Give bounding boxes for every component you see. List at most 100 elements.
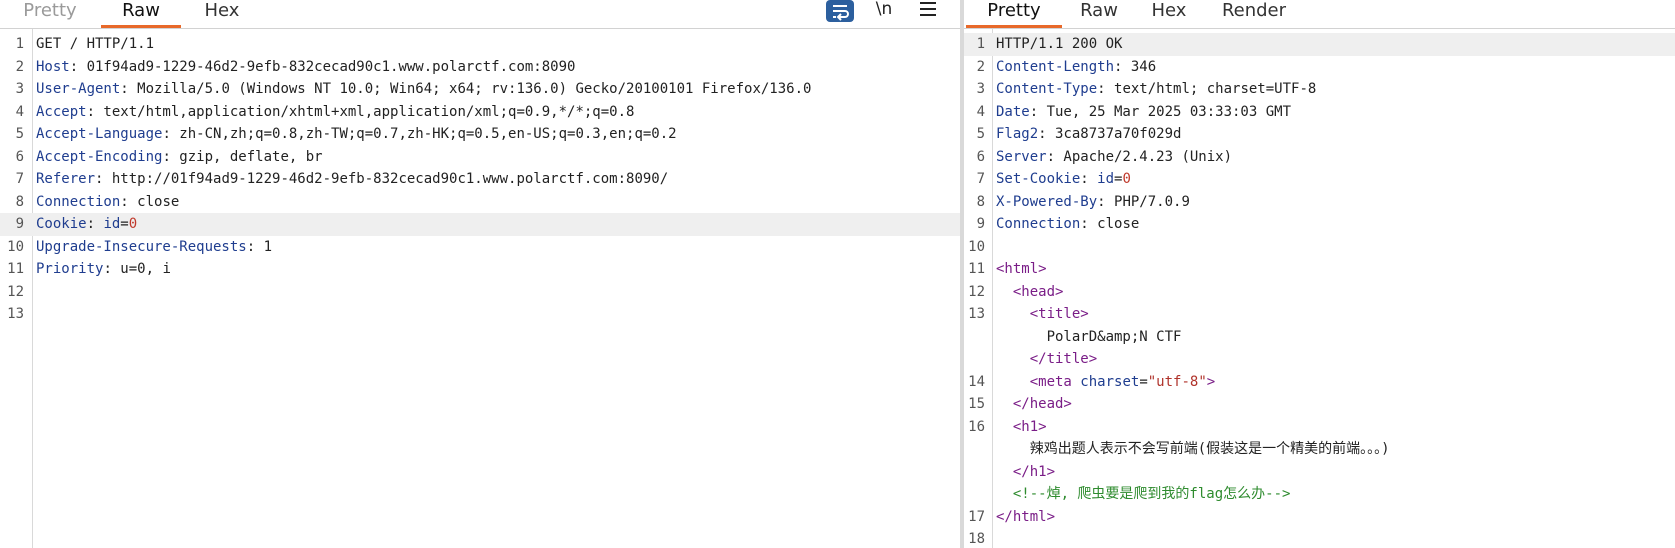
- line-number: 11: [968, 261, 985, 277]
- code-token: : text/html,application/xhtml+xml,applic…: [86, 103, 635, 120]
- newline-toggle-button[interactable]: \n: [872, 0, 896, 22]
- response-tab-hex[interactable]: Hex: [1139, 0, 1199, 28]
- line-content: Accept: text/html,application/xhtml+xml,…: [36, 101, 634, 124]
- line-content: Accept-Encoding: gzip, deflate, br: [36, 146, 323, 169]
- line-number: 14: [968, 373, 985, 390]
- code-line[interactable]: 5 Accept-Language: zh-CN,zh;q=0.8,zh-TW;q…: [0, 123, 960, 146]
- line-number: 18: [968, 531, 985, 547]
- header-name: Connection: [996, 216, 1081, 232]
- code-line[interactable]: 6 Accept-Encoding: gzip, deflate, br: [0, 146, 960, 169]
- code-token: : u=0, i: [103, 261, 171, 277]
- line-number: 13: [7, 306, 24, 322]
- code-line[interactable]: </h1>: [964, 461, 1675, 484]
- line-number: 7: [15, 171, 24, 187]
- line-content: Priority: u=0, i: [36, 258, 171, 281]
- code-line[interactable]: 13 <title>: [964, 303, 1675, 326]
- code-line[interactable]: 8 X-Powered-By: PHP/7.0.9: [964, 191, 1675, 214]
- line-number: 2: [976, 58, 985, 75]
- code-line[interactable]: 7 Referer: http://01f94ad9-1229-46d2-9efb…: [0, 168, 960, 191]
- code-line[interactable]: 9 Connection: close: [964, 213, 1675, 236]
- line-number: 5: [976, 126, 985, 142]
- response-editor[interactable]: 1 HTTP/1.1 200 OK 2 Content-Length: 346 3 Con…: [964, 29, 1675, 548]
- code-line[interactable]: 4 Date: Tue, 25 Mar 2025 03:33:03 GMT: [964, 101, 1675, 124]
- code-line[interactable]: 14 <meta charset="utf-8">: [964, 371, 1675, 394]
- code-line[interactable]: 16 <h1>: [964, 416, 1675, 439]
- code-token: PolarD&amp;N CTF: [996, 328, 1182, 345]
- header-name: Server: [996, 148, 1047, 165]
- code-line[interactable]: 5 Flag2: 3ca8737a70f029d: [964, 123, 1675, 146]
- line-number: 13: [968, 306, 985, 322]
- request-lines: 1 GET / HTTP/1.1 2 Host: 01f94ad9-1229-46d2…: [0, 33, 960, 326]
- line-number: [964, 348, 985, 371]
- code-token: charset: [1080, 373, 1140, 390]
- code-line[interactable]: 11 Priority: u=0, i: [0, 258, 960, 281]
- line-number: 16: [968, 418, 985, 435]
- code-token: : Apache/2.4.23 (Unix): [1046, 148, 1233, 165]
- code-line[interactable]: 11 <html>: [964, 258, 1675, 281]
- code-line[interactable]: 15 </head>: [964, 393, 1675, 416]
- code-line[interactable]: 13: [0, 303, 960, 326]
- line-number: 1: [15, 36, 24, 52]
- line-content: <head>: [996, 281, 1064, 304]
- code-line[interactable]: 7 Set-Cookie: id=0: [964, 168, 1675, 191]
- response-tab-pretty[interactable]: Pretty: [966, 0, 1062, 28]
- line-content: GET / HTTP/1.1: [36, 33, 154, 56]
- line-number: 4: [976, 103, 985, 120]
- line-content: User-Agent: Mozilla/5.0 (Windows NT 10.0…: [36, 78, 811, 101]
- code-line[interactable]: 10: [964, 236, 1675, 259]
- code-line[interactable]: 12 <head>: [964, 281, 1675, 304]
- response-tab-bar: Pretty Raw Hex Render: [964, 0, 1675, 29]
- code-line[interactable]: <!--焯, 爬虫要是爬到我的flag怎么办-->: [964, 483, 1675, 506]
- code-line[interactable]: 3 Content-Type: text/html; charset=UTF-8: [964, 78, 1675, 101]
- code-token: "utf-8": [1147, 373, 1207, 390]
- code-line[interactable]: 辣鸡出题人表示不会写前端(假装这是一个精美的前端。。。): [964, 438, 1675, 461]
- line-content: </h1>: [996, 461, 1055, 484]
- request-tab-raw[interactable]: Raw: [101, 0, 181, 28]
- code-line[interactable]: PolarD&amp;N CTF: [964, 326, 1675, 349]
- code-line[interactable]: 17 </html>: [964, 506, 1675, 529]
- response-tab-raw[interactable]: Raw: [1064, 0, 1134, 28]
- code-line[interactable]: 2 Content-Length: 346: [964, 56, 1675, 79]
- header-name: X-Powered-By: [996, 193, 1098, 210]
- code-token: 辣鸡出题人表示不会写前端(假装这是一个精美的前端。。。): [996, 441, 1390, 457]
- code-line[interactable]: 1 HTTP/1.1 200 OK: [964, 33, 1675, 56]
- code-line[interactable]: 9 Cookie: id=0: [0, 213, 960, 236]
- line-number: 9: [15, 216, 24, 232]
- line-number: 3: [15, 81, 24, 97]
- html-tag: </html>: [996, 508, 1056, 525]
- code-line[interactable]: 10 Upgrade-Insecure-Requests: 1: [0, 236, 960, 259]
- code-line[interactable]: 12: [0, 281, 960, 304]
- code-token: : zh-CN,zh;q=0.8,zh-TW;q=0.7,zh-HK;q=0.5…: [162, 126, 677, 142]
- response-tab-render[interactable]: Render: [1204, 0, 1304, 28]
- hamburger-menu-icon[interactable]: [918, 0, 938, 22]
- code-line[interactable]: 1 GET / HTTP/1.1: [0, 33, 960, 56]
- line-content: Cookie: id=0: [36, 213, 137, 236]
- header-name: Referer: [36, 171, 96, 187]
- code-line[interactable]: 3 User-Agent: Mozilla/5.0 (Windows NT 10.…: [0, 78, 960, 101]
- line-content: <!--焯, 爬虫要是爬到我的flag怎么办-->: [996, 483, 1291, 506]
- code-line[interactable]: 6 Server: Apache/2.4.23 (Unix): [964, 146, 1675, 169]
- html-tag: <title>: [1029, 306, 1089, 322]
- code-token: : close: [120, 193, 180, 210]
- code-line[interactable]: 4 Accept: text/html,application/xhtml+xml…: [0, 101, 960, 124]
- wrap-lines-icon[interactable]: [826, 0, 854, 22]
- request-tab-hex[interactable]: Hex: [194, 0, 250, 28]
- line-content: </title>: [996, 348, 1097, 371]
- header-name: Date: [996, 103, 1030, 120]
- response-lines: 1 HTTP/1.1 200 OK 2 Content-Length: 346 3 Con…: [964, 33, 1675, 548]
- line-content: Content-Type: text/html; charset=UTF-8: [996, 78, 1316, 101]
- line-number: [964, 461, 985, 484]
- code-line[interactable]: 18: [964, 528, 1675, 548]
- line-content: 辣鸡出题人表示不会写前端(假装这是一个精美的前端。。。): [996, 438, 1390, 461]
- request-tab-pretty[interactable]: Pretty: [12, 0, 88, 28]
- line-number: [964, 483, 985, 506]
- line-content: Connection: close: [996, 213, 1139, 236]
- request-editor[interactable]: 1 GET / HTTP/1.1 2 Host: 01f94ad9-1229-46d2…: [0, 29, 960, 548]
- code-token: : Tue, 25 Mar 2025 03:33:03 GMT: [1029, 103, 1292, 120]
- code-line[interactable]: </title>: [964, 348, 1675, 371]
- code-line[interactable]: 8 Connection: close: [0, 191, 960, 214]
- code-line[interactable]: 2 Host: 01f94ad9-1229-46d2-9efb-832cecad9…: [0, 56, 960, 79]
